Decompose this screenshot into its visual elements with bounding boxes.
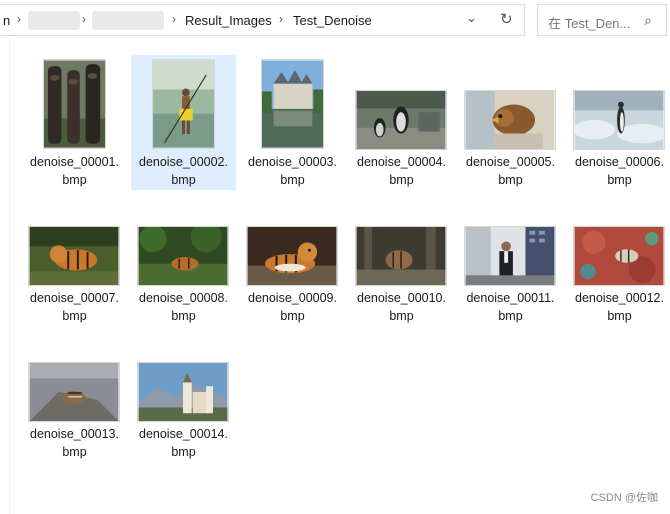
file-item-denoise-00007[interactable]: denoise_00007. bmp — [22, 191, 127, 326]
thumbnail-tribal-statues — [43, 59, 106, 149]
file-item-denoise-00005[interactable]: denoise_00005. bmp — [458, 55, 563, 190]
file-name: denoise_00007. bmp — [30, 291, 119, 323]
file-item-denoise-00009[interactable]: denoise_00009. bmp — [240, 191, 345, 326]
thumbnail-tiger-lying — [246, 226, 338, 286]
file-name: denoise_00005. bmp — [466, 155, 555, 187]
refresh-icon[interactable]: ↻ — [500, 10, 513, 28]
thumbnail-tiger-dark-forest — [355, 226, 447, 286]
file-item-denoise-00001[interactable]: denoise_00001. bmp — [22, 55, 127, 190]
search-placeholder: 在 Test_Den... — [548, 16, 631, 31]
thumbnail-man-buildings — [464, 226, 556, 286]
file-item-denoise-00012[interactable]: denoise_00012. bmp — [567, 191, 670, 326]
search-icon[interactable]: ⌕ — [644, 12, 652, 29]
breadcrumb-separator-icon[interactable]: › — [172, 12, 176, 26]
thumbnail-coral-fish — [573, 226, 665, 286]
file-item-denoise-00010[interactable]: denoise_00010. bmp — [349, 191, 454, 326]
breadcrumb-separator-icon[interactable]: › — [17, 12, 21, 26]
address-bar[interactable]: n › › › Result_Images › Test_Denoise ⌄ ↻ — [0, 4, 525, 36]
file-name: denoise_00006. bmp — [575, 155, 664, 187]
file-name: denoise_00010. bmp — [357, 291, 446, 323]
thumbnail-tiger-forest — [137, 226, 229, 286]
thumbnail-castle — [261, 59, 324, 149]
breadcrumb-separator-icon[interactable]: › — [82, 12, 86, 26]
thumbnail-church — [137, 362, 229, 422]
file-name: denoise_00003. bmp — [248, 155, 337, 187]
file-item-denoise-00003[interactable]: denoise_00003. bmp — [240, 55, 345, 190]
thumbnail-tiger-grass — [28, 226, 120, 286]
file-name: denoise_00004. bmp — [357, 155, 446, 187]
file-item-denoise-00013[interactable]: denoise_00013. bmp — [22, 327, 127, 462]
breadcrumb-separator-icon[interactable]: › — [279, 12, 283, 26]
watermark: CSDN @佐咖 — [590, 492, 658, 504]
breadcrumb-partial[interactable]: n — [3, 13, 10, 28]
file-name: denoise_00008. bmp — [139, 291, 228, 323]
file-name: denoise_00014. bmp — [139, 427, 228, 459]
thumbnail-penguin-snow — [573, 90, 665, 150]
file-name: denoise_00011. bmp — [466, 291, 555, 323]
nav-pane-divider — [9, 38, 10, 514]
blurred-breadcrumb[interactable] — [28, 11, 80, 30]
file-item-denoise-00014[interactable]: denoise_00014. bmp — [131, 327, 236, 462]
thumbnail-chipmunk — [28, 362, 120, 422]
file-item-denoise-00004[interactable]: denoise_00004. bmp — [349, 55, 454, 190]
file-item-denoise-00011[interactable]: denoise_00011. bmp — [458, 191, 563, 326]
blurred-breadcrumb[interactable] — [92, 11, 164, 30]
thumbnail-boatman — [152, 59, 215, 149]
file-item-denoise-00002[interactable]: denoise_00002. bmp — [131, 55, 236, 190]
chevron-down-icon[interactable]: ⌄ — [466, 10, 477, 26]
file-name: denoise_00013. bmp — [30, 427, 119, 459]
file-name: denoise_00001. bmp — [30, 155, 119, 187]
breadcrumb-test-denoise[interactable]: Test_Denoise — [293, 13, 372, 28]
file-item-denoise-00008[interactable]: denoise_00008. bmp — [131, 191, 236, 326]
thumbnail-penguins — [355, 90, 447, 150]
file-name: denoise_00002. bmp — [139, 155, 228, 187]
breadcrumb-result-images[interactable]: Result_Images — [185, 13, 272, 28]
file-name: denoise_00009. bmp — [248, 291, 337, 323]
thumbnail-bird — [464, 90, 556, 150]
file-name: denoise_00012. bmp — [575, 291, 664, 323]
search-box[interactable]: 在 Test_Den... ⌕ — [537, 4, 667, 36]
file-item-denoise-00006[interactable]: denoise_00006. bmp — [567, 55, 670, 190]
